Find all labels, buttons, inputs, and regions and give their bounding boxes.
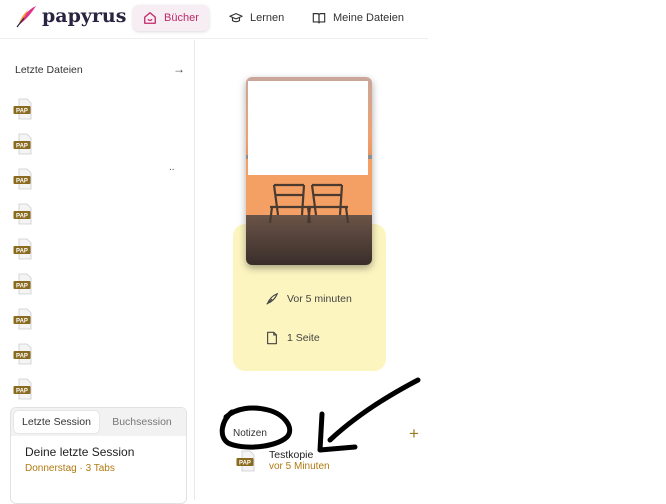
home-icon [144,12,156,24]
app-name: papyrus [42,5,127,27]
file-badge: PAP [16,179,28,185]
feather-edit-icon [266,292,279,305]
pap-file-icon[interactable]: PAP [13,238,35,260]
feather-logo-icon [16,6,36,28]
pap-file-icon[interactable]: PAP [13,133,35,155]
pap-file-icon: PAP [236,450,258,472]
pap-file-icon[interactable]: PAP [13,168,35,190]
edited-row: Vor 5 minuten [265,292,352,306]
nav-buecher[interactable]: Bücher [133,5,209,31]
pages-row: 1 Seite [265,331,320,345]
nav-lernen[interactable]: Lernen [219,5,294,31]
nav-label: Bücher [164,12,199,24]
pap-file-icon[interactable]: PAP [13,343,35,365]
top-bar: papyrus Bücher Lernen Meine Dateien [0,0,428,38]
session-title[interactable]: Deine letzte Session [25,445,134,459]
file-badge: PAP [16,214,28,220]
pap-file-icon[interactable]: PAP [13,308,35,330]
pap-file-icon[interactable]: PAP [13,378,35,400]
file-badge: PAP [16,354,28,360]
overflow-marker: .. [169,162,175,173]
pages-text: 1 Seite [287,332,320,344]
file-badge: PAP [16,389,28,395]
note-item-subtitle: vor 5 Minuten [269,461,330,472]
pap-file-icon[interactable]: PAP [13,273,35,295]
book-icon [312,13,326,24]
file-badge: PAP [16,319,28,325]
file-badge: PAP [16,284,28,290]
sidebar: Letzte Dateien → .. PAP PAP PAP PAP PAP PAP PA… [0,40,195,504]
edited-text: Vor 5 minuten [287,293,352,305]
pap-file-icon[interactable]: PAP [13,98,35,120]
file-badge: PAP [16,144,28,150]
nav-label: Lernen [250,12,285,24]
file-badge: PAP [16,249,28,255]
tab-letzte-session[interactable]: Letzte Session [14,411,99,433]
document-icon [267,331,277,345]
session-subtitle: Donnerstag · 3 Tabs [25,463,115,474]
book-cover-image[interactable] [246,77,372,265]
session-tabs: Letzte Session Buchsession [11,408,186,436]
papyrus-logo[interactable]: papyrus [14,4,126,28]
note-item-title[interactable]: Testkopie [269,449,313,461]
arrow-right-icon[interactable]: → [173,62,185,76]
notes-label: Notizen [233,428,267,439]
nav-label: Meine Dateien [333,12,404,24]
file-badge: PAP [16,109,28,115]
nav-meine-dateien[interactable]: Meine Dateien [302,5,414,31]
pap-file-icon[interactable]: PAP [13,203,35,225]
file-badge: PAP [239,461,251,467]
graduation-cap-icon [229,13,243,23]
recent-files-title: Letzte Dateien [15,64,83,76]
divider [0,38,428,39]
tab-buchsession[interactable]: Buchsession [101,411,183,433]
session-card: Letzte Session Buchsession Deine letzte … [10,407,187,504]
add-note-button[interactable]: + [409,424,419,444]
